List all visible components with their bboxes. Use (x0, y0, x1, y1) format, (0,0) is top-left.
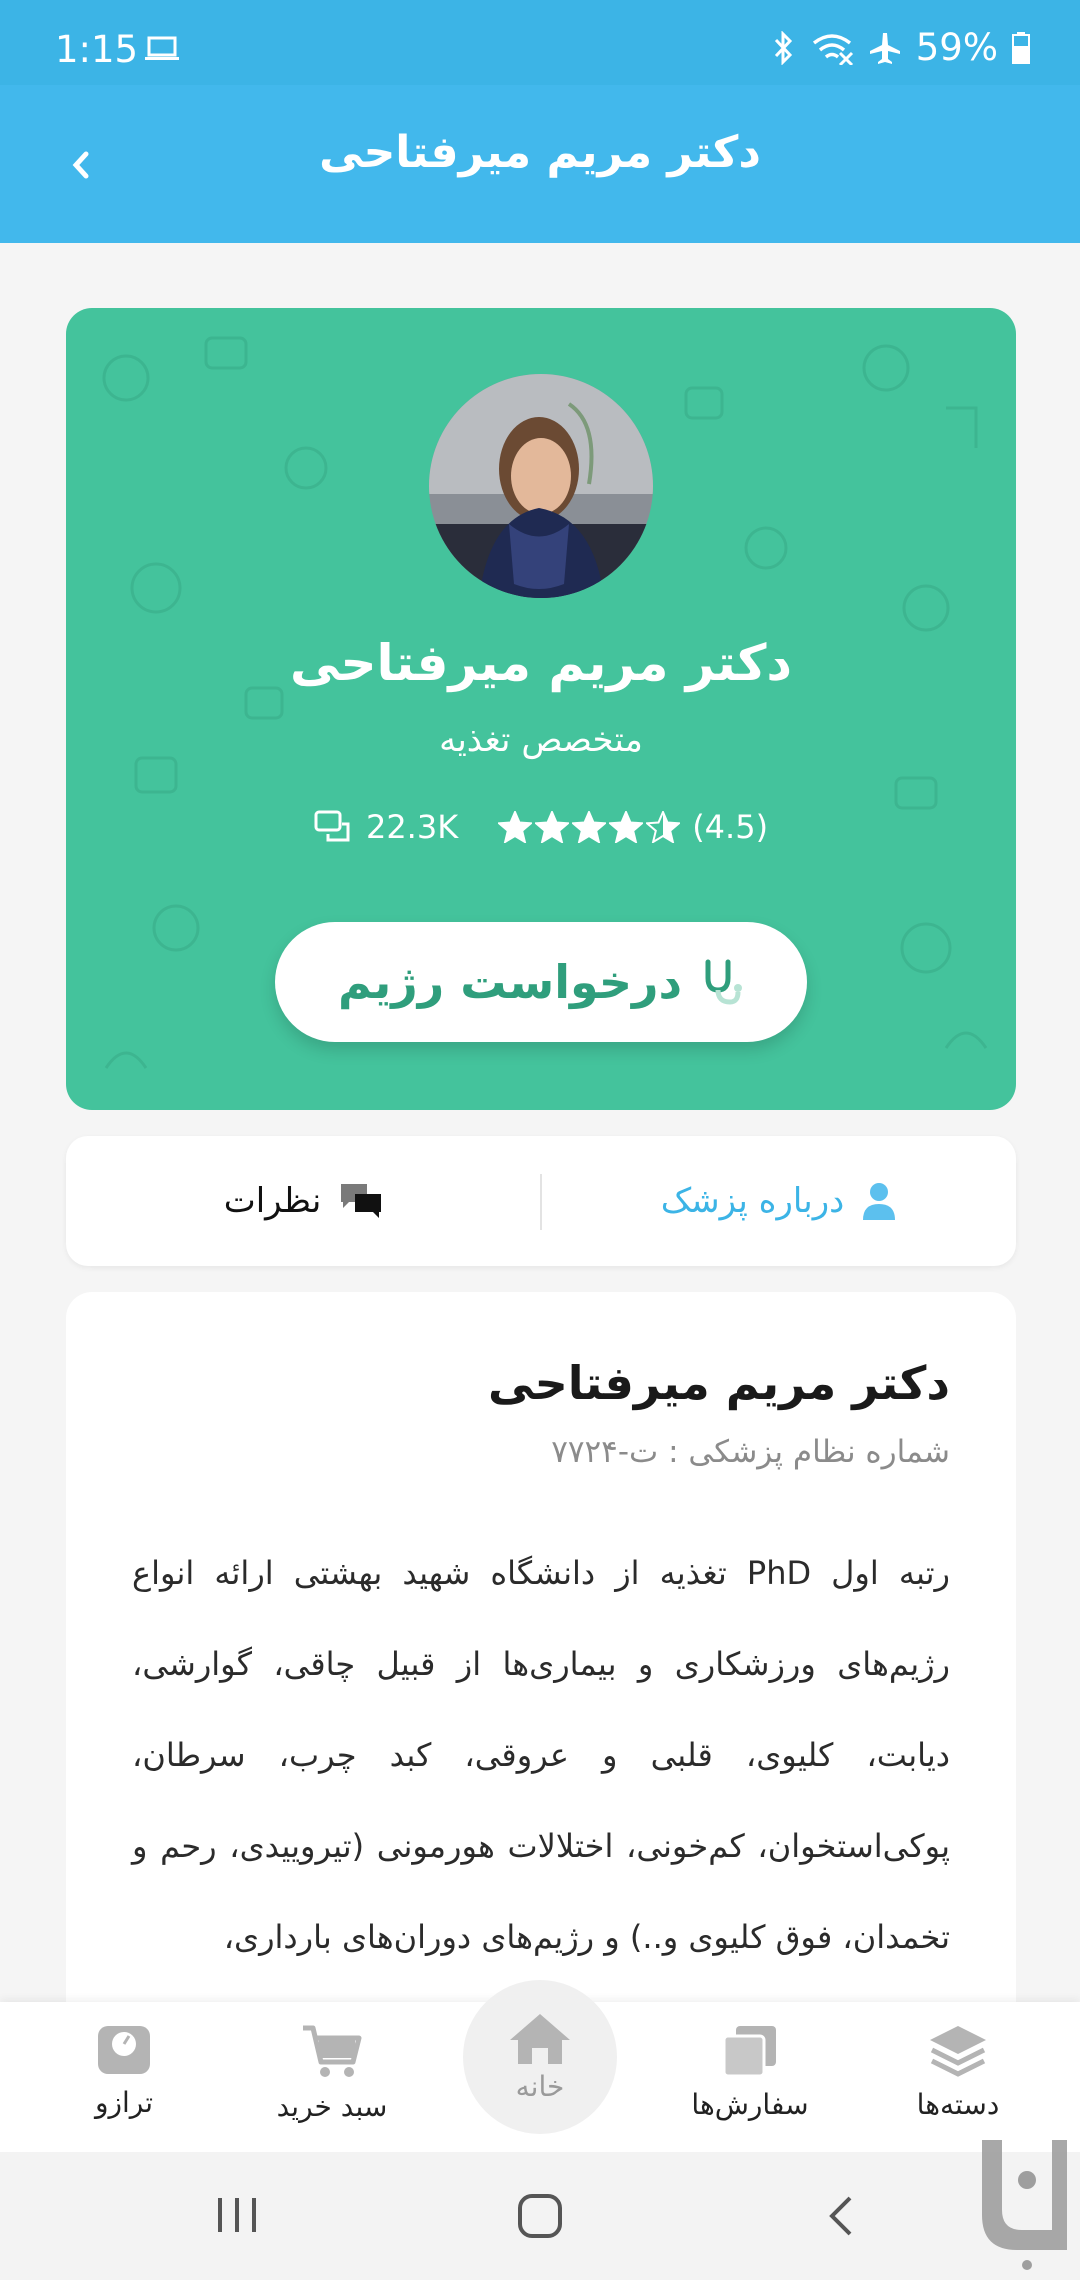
avatar-image (429, 374, 653, 598)
nav-home-label: خانه (515, 2069, 565, 2103)
comments-count: 22.3K (365, 808, 459, 846)
about-doctor-name: دکتر مریم میرفتاحی (488, 1356, 950, 1410)
back-system-icon[interactable] (820, 2192, 860, 2240)
page-title: دکتر مریم میرفتاحی (319, 127, 761, 178)
nav-categories[interactable]: دسته‌ها (858, 2024, 1058, 2121)
store-logo-watermark (982, 2140, 1067, 2270)
doctor-profile-card: دکتر مریم میرفتاحی متخصص تغذیه 22.3K (4.… (66, 308, 1016, 1110)
home-icon (510, 2013, 570, 2064)
layers-icon (930, 2026, 986, 2077)
airplane-mode-icon (869, 32, 900, 64)
request-diet-label: درخواست رژیم (337, 955, 683, 1009)
battery-icon (1012, 31, 1030, 64)
star-icon (609, 811, 644, 843)
recent-apps-icon[interactable] (214, 2192, 260, 2238)
bluetooth-icon (774, 30, 792, 65)
comments-icon (314, 810, 350, 842)
request-diet-button[interactable]: درخواست رژیم (275, 922, 807, 1042)
doctor-name: دکتر مریم میرفتاحی (289, 634, 793, 692)
tab-about-doctor[interactable]: درباره پزشک (541, 1136, 1016, 1266)
user-icon (863, 1183, 896, 1220)
doctor-bio: رتبه اول PhD تغذیه از دانشگاه شهید بهشتی… (132, 1554, 951, 1956)
tab-about-label: درباره پزشک (660, 1181, 845, 1221)
wifi-icon (812, 33, 853, 65)
tab-divider (540, 1174, 542, 1230)
tab-comments-label: نظرات (223, 1181, 322, 1221)
shopping-cart-icon (303, 2025, 362, 2077)
rating-group: (4.5) (498, 808, 768, 846)
nav-home[interactable]: خانه (463, 1980, 617, 2134)
tab-comments[interactable]: نظرات (66, 1136, 541, 1266)
nav-orders[interactable]: سفارش‌ها (650, 2024, 850, 2121)
stethoscope-icon (705, 959, 743, 1005)
nav-cart-label: سبد خرید (276, 2090, 388, 2123)
nav-scale[interactable]: ترازو (24, 2024, 224, 2119)
orders-icon (722, 2026, 776, 2078)
battery-percentage: 59% (915, 26, 998, 69)
home-system-icon[interactable] (516, 2192, 564, 2240)
star-icon (646, 811, 681, 843)
comments-count-group: 22.3K (314, 808, 458, 846)
laptop-icon (145, 36, 179, 60)
app-bar: دکتر مریم میرفتاحی (0, 85, 1080, 243)
doctor-specialty: متخصص تغذیه (439, 720, 643, 760)
status-icons: 59% (770, 26, 1030, 69)
rating-value: (4.5) (692, 808, 769, 846)
star-icon (572, 811, 607, 843)
nav-categories-label: دسته‌ها (916, 2088, 1000, 2121)
star-icon (498, 811, 533, 843)
nav-orders-label: سفارش‌ها (691, 2088, 809, 2121)
nav-cart[interactable]: سبد خرید (232, 2024, 432, 2123)
profile-tabs: درباره پزشک نظرات (66, 1136, 1016, 1266)
chat-bubbles-icon (341, 1184, 382, 1218)
scale-icon (98, 2026, 150, 2074)
about-doctor-card: دکتر مریم میرفتاحی شماره نظام پزشکی : ت-… (66, 1292, 1016, 2052)
doctor-avatar (429, 374, 653, 598)
nav-scale-label: ترازو (94, 2086, 154, 2119)
medical-license-number: شماره نظام پزشکی : ت-۷۷۲۴ (551, 1434, 950, 1470)
status-time: 1:15 (55, 28, 139, 71)
doctor-stats: 22.3K (4.5) (66, 808, 1016, 846)
system-navigation-bar (0, 2152, 1080, 2280)
rating-stars (498, 811, 681, 843)
star-icon (535, 811, 570, 843)
status-bar: 1:15 59% (0, 0, 1080, 85)
